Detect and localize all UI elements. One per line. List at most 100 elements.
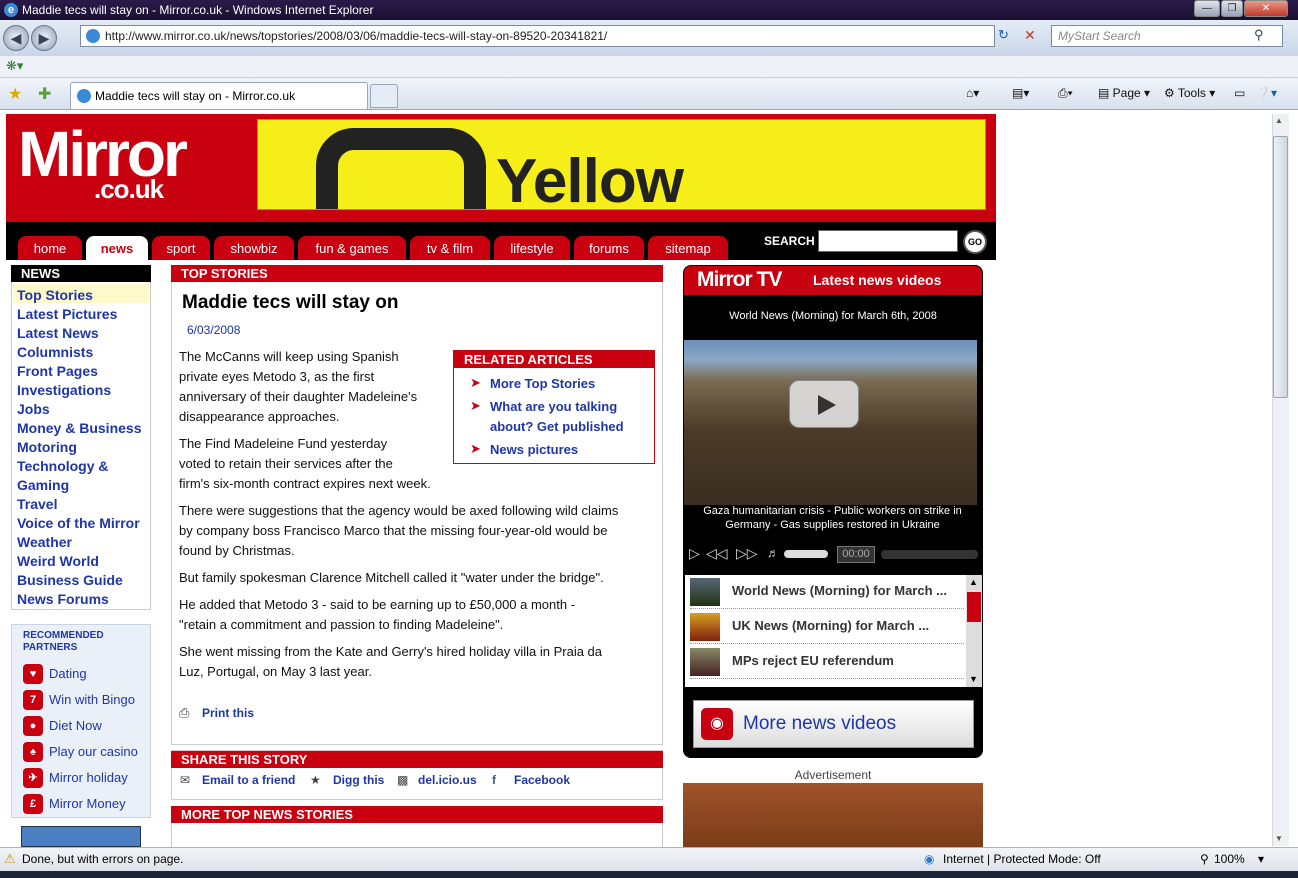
page-menu[interactable]: ▤ Page ▾ — [1098, 84, 1150, 102]
security-zone[interactable]: Internet | Protected Mode: Off — [943, 848, 1101, 870]
nav-showbiz[interactable]: showbiz — [214, 236, 294, 260]
print-icon[interactable]: ⎙ — [179, 705, 189, 721]
home-icon[interactable]: ⌂▾ — [966, 84, 979, 102]
search-icon[interactable]: ⚲ — [1254, 27, 1264, 43]
playlist-scrollbar-thumb[interactable] — [967, 592, 981, 622]
minimize-button[interactable]: — — [1194, 0, 1220, 17]
mirror-logo[interactable]: Mirror .co.uk — [18, 122, 256, 208]
feeds-icon[interactable]: ▤▾ — [1012, 84, 1029, 102]
stop-icon[interactable]: ✕ — [1024, 27, 1036, 44]
sidebar-item-business-guide[interactable]: Business Guide — [17, 571, 123, 589]
share-email-link[interactable]: Email to a friend — [202, 773, 295, 787]
partner-holiday[interactable]: Mirror holiday — [49, 770, 128, 786]
page-scrollbar-thumb[interactable] — [1273, 136, 1288, 398]
video-seek-bar[interactable] — [881, 550, 978, 559]
share-delicious-link[interactable]: del.icio.us — [418, 773, 477, 787]
arrow-icon: ➤ — [470, 398, 481, 413]
share-facebook-link[interactable]: Facebook — [514, 773, 570, 787]
volume-icon[interactable]: ♬ — [767, 546, 779, 560]
partner-bingo[interactable]: Win with Bingo — [49, 692, 135, 708]
sidebar-item-investigations[interactable]: Investigations — [17, 381, 111, 399]
links-icon[interactable]: ❋▾ — [6, 58, 23, 74]
fast-forward-icon[interactable]: ▷▷ — [736, 545, 758, 562]
sidebar-item-travel[interactable]: Travel — [17, 495, 57, 513]
email-icon: ✉ — [180, 773, 191, 787]
research-icon[interactable]: ▭ — [1234, 84, 1245, 102]
playlist-item[interactable]: MPs reject EU referendum — [690, 645, 964, 679]
playlist-item[interactable]: UK News (Morning) for March ... — [690, 610, 964, 644]
close-window-button[interactable]: ✕ — [1244, 0, 1288, 17]
advert-text: Yellow — [496, 147, 684, 210]
volume-slider[interactable] — [784, 550, 828, 558]
partner-diet[interactable]: Diet Now — [49, 718, 102, 734]
sidebar-item-jobs[interactable]: Jobs — [17, 400, 50, 418]
help-icon[interactable]: ❔▾ — [1256, 84, 1277, 102]
nav-tv-film[interactable]: tv & film — [410, 236, 490, 260]
print-icon[interactable]: ⎙▾ — [1058, 84, 1073, 102]
sidebar-item-motoring[interactable]: Motoring — [17, 438, 77, 456]
forward-button[interactable]: ▶ — [31, 25, 57, 51]
partner-money[interactable]: Mirror Money — [49, 796, 126, 812]
partner-dating[interactable]: Dating — [49, 666, 87, 682]
more-news-videos-label[interactable]: More news videos — [743, 713, 896, 735]
play-icon[interactable]: ▷ — [689, 545, 700, 562]
partner-casino[interactable]: Play our casino — [49, 744, 138, 760]
zoom-level[interactable]: 100% — [1214, 848, 1245, 870]
favorites-star-icon[interactable]: ★ — [8, 84, 22, 104]
browser-tab-active[interactable]: Maddie tecs will stay on - Mirror.co.uk — [70, 82, 368, 109]
new-tab-button[interactable] — [370, 84, 398, 108]
section-header-top-stories: TOP STORIES — [171, 265, 663, 282]
sidebar-item-voice-of-the-mirror[interactable]: Voice of the Mirror — [17, 514, 140, 532]
print-this-link[interactable]: Print this — [202, 706, 254, 720]
back-button[interactable]: ◀ — [3, 25, 29, 51]
sidebar-item-columnists[interactable]: Columnists — [17, 343, 93, 361]
nav-fun-games[interactable]: fun & games — [298, 236, 406, 260]
playlist-scroll-up-icon[interactable]: ▲ — [969, 577, 978, 587]
playlist-scroll-down-icon[interactable]: ▼ — [969, 674, 978, 684]
sidebar-item-latest-pictures[interactable]: Latest Pictures — [17, 305, 117, 323]
article-p3-line2: by company boss Francisco Marco that the… — [179, 523, 608, 538]
nav-forums[interactable]: forums — [574, 236, 644, 260]
nav-lifestyle[interactable]: lifestyle — [494, 236, 570, 260]
logo-sub-text: .co.uk — [94, 174, 164, 204]
sidebar-item-weird-world[interactable]: Weird World — [17, 552, 99, 570]
sidebar-item-top-stories[interactable]: Top Stories — [17, 286, 93, 304]
sidebar-promo-image[interactable] — [21, 826, 141, 847]
site-search-input[interactable] — [818, 230, 958, 252]
related-get-published[interactable]: about? Get published — [490, 417, 624, 437]
scroll-up-icon[interactable]: ▲ — [1275, 116, 1283, 125]
sidebar-item-technology[interactable]: Technology & — [17, 457, 109, 475]
tools-menu[interactable]: ⚙ Tools ▾ — [1164, 84, 1215, 102]
nav-home[interactable]: home — [18, 236, 82, 260]
related-what-are-you-talking[interactable]: What are you talking — [490, 397, 617, 417]
recommended-header-line2: PARTNERS — [23, 642, 78, 653]
sidebar-item-weather[interactable]: Weather — [17, 533, 72, 551]
scroll-down-icon[interactable]: ▼ — [1275, 834, 1283, 843]
address-input[interactable]: http://www.mirror.co.uk/news/topstories/… — [80, 25, 995, 47]
sidebar-item-latest-news[interactable]: Latest News — [17, 324, 99, 342]
article-p2-line2: voted to retain their services after the — [179, 456, 393, 471]
add-favorites-icon[interactable]: ✚ — [38, 84, 51, 104]
nav-sitemap[interactable]: sitemap — [648, 236, 728, 260]
related-news-pictures[interactable]: News pictures — [490, 440, 578, 460]
sidebar-item-front-pages[interactable]: Front Pages — [17, 362, 98, 380]
playlist-item[interactable]: World News (Morning) for March ... — [690, 575, 964, 609]
side-advert-image[interactable] — [683, 783, 983, 847]
nav-sport[interactable]: sport — [152, 236, 210, 260]
sidebar-item-gaming[interactable]: Gaming — [17, 476, 69, 494]
rewind-icon[interactable]: ◁◁ — [706, 545, 728, 562]
related-more-top-stories[interactable]: More Top Stories — [490, 374, 595, 394]
article-p2-line1: The Find Madeleine Fund yesterday — [179, 436, 388, 451]
sidebar-item-money-business[interactable]: Money & Business — [17, 419, 141, 437]
warning-icon[interactable]: ⚠ — [4, 848, 16, 870]
maximize-button[interactable]: ❐ — [1221, 0, 1243, 17]
nav-news[interactable]: news — [86, 236, 148, 260]
sidebar-item-news-forums[interactable]: News Forums — [17, 590, 109, 608]
banner-advert[interactable]: Yellow — [257, 119, 986, 210]
site-search-go-button[interactable]: GO — [963, 230, 987, 254]
search-input[interactable]: MyStart Search — [1051, 25, 1283, 47]
play-button[interactable] — [789, 380, 859, 428]
zoom-dropdown-icon[interactable]: ▾ — [1258, 848, 1264, 870]
share-digg-link[interactable]: Digg this — [333, 773, 384, 787]
refresh-icon[interactable]: ↻ — [998, 27, 1009, 43]
